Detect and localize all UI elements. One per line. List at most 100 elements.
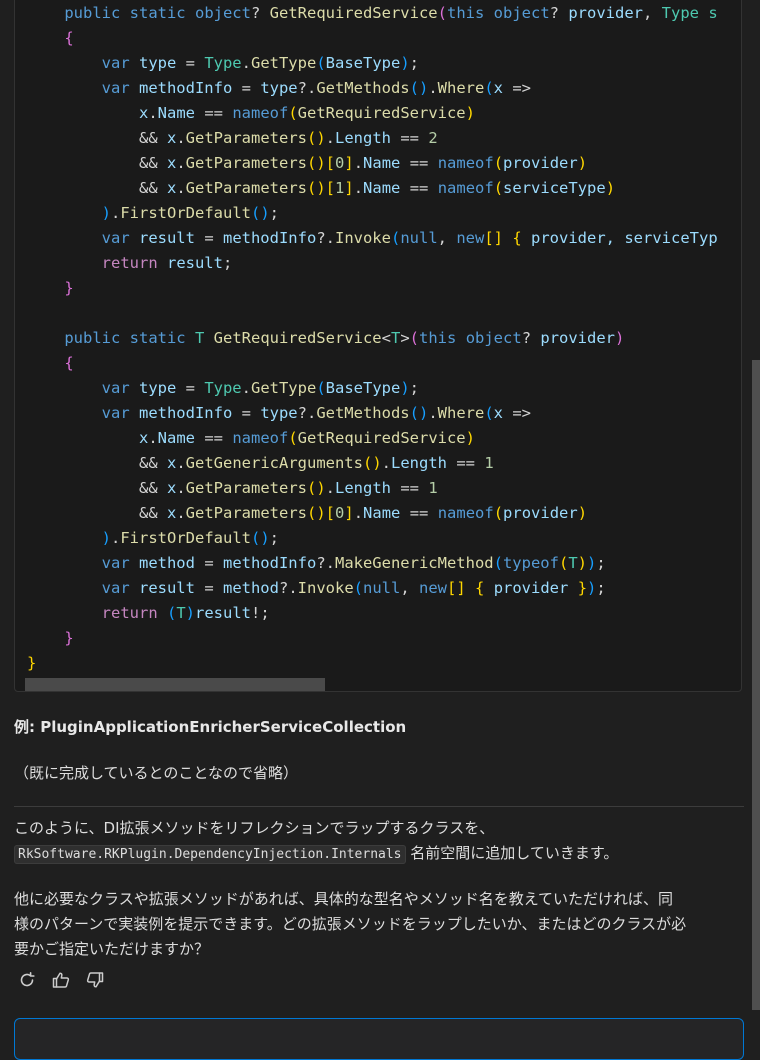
code-token: (): [409, 404, 429, 422]
code-token: {: [512, 229, 522, 247]
code-token: x: [166, 129, 177, 147]
code-token: }: [64, 279, 74, 297]
code-line: && x.GetParameters()[0].Name == nameof(p…: [27, 501, 733, 526]
code-token: public static: [64, 4, 195, 22]
vertical-scrollbar[interactable]: [752, 360, 760, 1010]
code-token: provider: [503, 504, 578, 522]
code-token: x: [166, 479, 177, 497]
code-line: ).FirstOrDefault();: [27, 201, 733, 226]
code-token: (: [316, 54, 326, 72]
code-token: [: [325, 504, 336, 522]
code-token: ==: [391, 129, 429, 147]
code-token: x: [493, 404, 504, 422]
code-token: provider: [484, 579, 578, 597]
code-line: public static T GetRequiredService<T>(th…: [27, 326, 733, 351]
code-token: var: [101, 579, 139, 597]
retry-button[interactable]: [16, 968, 38, 992]
code-token: Where: [437, 79, 485, 97]
namespace-inline-code: RkSoftware.RKPlugin.DependencyInjection.…: [14, 845, 406, 864]
code-token: &&: [138, 179, 167, 197]
code-token: Invoke: [297, 579, 354, 597]
code-token: ==: [195, 429, 233, 447]
code-token: ==: [400, 504, 438, 522]
code-token: Type: [204, 379, 242, 397]
code-token: result: [195, 604, 252, 622]
chat-input-box[interactable]: [14, 1018, 744, 1060]
thumbs-up-button[interactable]: [50, 968, 72, 992]
code-token: result: [166, 254, 223, 272]
code-token: (: [288, 429, 298, 447]
code-token: .: [176, 179, 186, 197]
code-token: <: [381, 329, 391, 347]
horizontal-scrollbar[interactable]: [25, 678, 325, 691]
code-token: this: [419, 329, 466, 347]
code-token: GetRequiredService: [213, 329, 382, 347]
code-token: GetRequiredService: [297, 429, 466, 447]
code-token: GetType: [250, 379, 317, 397]
code-token: &&: [138, 129, 167, 147]
code-token: ): [587, 554, 597, 572]
code-token: Length: [391, 454, 447, 472]
code-token: ?.: [316, 229, 335, 247]
code-token: GetGenericArguments: [185, 454, 363, 472]
code-token: ): [400, 379, 410, 397]
thumbs-down-button[interactable]: [84, 968, 106, 992]
code-token: (: [558, 554, 569, 572]
code-line: {: [27, 26, 733, 51]
code-token: ): [587, 579, 597, 597]
retry-icon: [20, 972, 35, 987]
code-token: ): [577, 154, 588, 172]
code-line: && x.GetParameters().Length == 1: [27, 476, 733, 501]
code-token: &&: [138, 154, 167, 172]
code-token: null: [363, 579, 401, 597]
code-token: 0: [335, 154, 345, 172]
code-token: (: [437, 4, 447, 22]
thumbs-down-icon: [86, 972, 104, 988]
code-token: T: [194, 329, 214, 347]
code-token: methodInfo: [138, 79, 233, 97]
code-token: .: [176, 479, 186, 497]
code-token: x: [166, 179, 177, 197]
thumbs-up-icon: [52, 972, 70, 988]
code-token: ?.: [297, 404, 317, 422]
code-token: object: [194, 4, 251, 22]
code-token: (: [390, 229, 401, 247]
code-line: public static object? GetRequiredService…: [27, 1, 733, 26]
code-token: {: [64, 354, 74, 372]
code-token: this: [446, 4, 494, 22]
omitted-note: （既に完成しているとのことなので省略）: [14, 764, 298, 782]
code-token: .: [325, 129, 336, 147]
code-token: =: [232, 79, 261, 97]
code-token: ,: [437, 229, 457, 247]
code-token: methodInfo: [222, 229, 317, 247]
code-token: MakeGenericMethod: [334, 554, 494, 572]
code-token: type: [260, 79, 298, 97]
code-token: .: [148, 429, 158, 447]
code-token: ): [577, 554, 587, 572]
code-lines: public static object? GetRequiredService…: [27, 1, 733, 676]
code-token: ;: [409, 379, 419, 397]
code-token: Name: [157, 429, 195, 447]
code-token: {: [475, 579, 485, 597]
code-token: Name: [363, 504, 401, 522]
code-token: nameof: [437, 154, 494, 172]
code-line: var method = methodInfo?.MakeGenericMeth…: [27, 551, 733, 576]
code-token: nameof: [437, 504, 494, 522]
code-line: var methodInfo = type?.GetMethods().Wher…: [27, 76, 733, 101]
code-token: .: [428, 404, 438, 422]
code-token: var: [101, 379, 139, 397]
code-token: .: [148, 104, 158, 122]
code-token: .: [176, 129, 186, 147]
example-title: 例: PluginApplicationEnricherServiceColle…: [14, 718, 407, 736]
code-token: x: [166, 154, 177, 172]
summary-line-2-suffix: 名前空間に追加していきます。: [405, 844, 619, 862]
code-token: ;: [269, 529, 280, 547]
code-token: FirstOrDefault: [120, 529, 251, 547]
